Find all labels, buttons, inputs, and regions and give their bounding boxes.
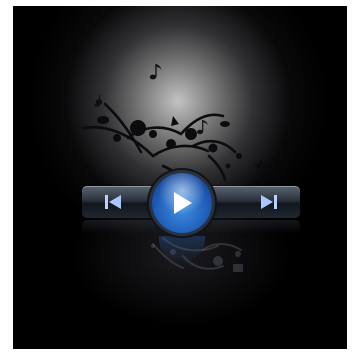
play-icon [174, 192, 192, 214]
star-icon [253, 159, 269, 173]
previous-track-button[interactable] [90, 186, 136, 218]
skip-next-icon [261, 195, 277, 209]
music-note-icon [149, 64, 162, 80]
play-button[interactable] [152, 173, 212, 233]
media-player-window [13, 6, 347, 349]
next-track-button[interactable] [246, 186, 292, 218]
skip-previous-icon [105, 195, 121, 209]
